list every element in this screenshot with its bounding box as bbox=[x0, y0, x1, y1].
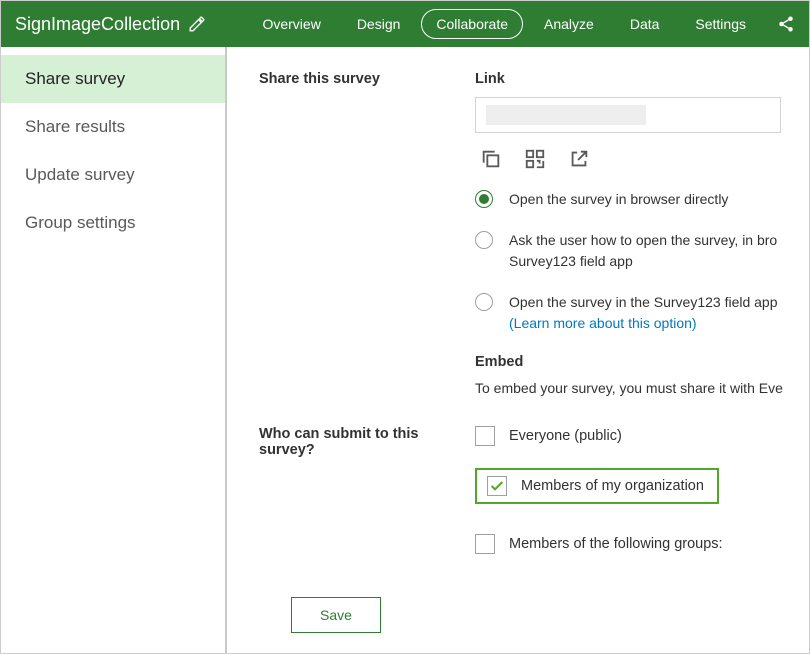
share-icon[interactable] bbox=[777, 15, 795, 33]
qr-code-icon[interactable] bbox=[523, 147, 547, 171]
tab-collaborate[interactable]: Collaborate bbox=[421, 9, 523, 39]
embed-text: To embed your survey, you must share it … bbox=[475, 380, 809, 396]
embed-heading: Embed bbox=[475, 354, 809, 370]
checkbox-groups-row[interactable]: Members of the following groups: bbox=[475, 534, 809, 554]
radio-ask-line1: Ask the user how to open the survey, in … bbox=[509, 232, 777, 248]
radio-input-ask[interactable] bbox=[475, 231, 493, 249]
submit-section-label: Who can submit to this survey? bbox=[259, 426, 475, 576]
link-placeholder bbox=[486, 105, 646, 125]
main-layout: Share survey Share results Update survey… bbox=[1, 47, 809, 653]
link-heading: Link bbox=[475, 71, 809, 87]
checkbox-groups-label: Members of the following groups: bbox=[509, 536, 723, 552]
share-section-label: Share this survey bbox=[259, 71, 475, 396]
checkbox-org-row[interactable]: Members of my organization bbox=[475, 468, 719, 504]
checkbox-everyone-row[interactable]: Everyone (public) bbox=[475, 426, 809, 446]
radio-label-ask: Ask the user how to open the survey, in … bbox=[509, 230, 777, 272]
radio-input-browser[interactable] bbox=[475, 190, 493, 208]
radio-open-browser[interactable]: Open the survey in browser directly bbox=[475, 189, 809, 210]
save-button[interactable]: Save bbox=[291, 597, 381, 633]
sidebar-item-update-survey[interactable]: Update survey bbox=[1, 151, 225, 199]
radio-input-field-app[interactable] bbox=[475, 293, 493, 311]
sidebar-item-group-settings[interactable]: Group settings bbox=[1, 199, 225, 247]
copy-icon[interactable] bbox=[479, 147, 503, 171]
sidebar-item-share-results[interactable]: Share results bbox=[1, 103, 225, 151]
open-external-icon[interactable] bbox=[567, 147, 591, 171]
radio-ask-line2: Survey123 field app bbox=[509, 253, 633, 269]
radio-field-line1: Open the survey in the Survey123 field a… bbox=[509, 294, 778, 310]
checkbox-everyone[interactable] bbox=[475, 426, 495, 446]
sidebar-item-share-survey[interactable]: Share survey bbox=[1, 55, 225, 103]
edit-icon[interactable] bbox=[188, 15, 206, 33]
tab-overview[interactable]: Overview bbox=[247, 9, 335, 39]
radio-ask-user[interactable]: Ask the user how to open the survey, in … bbox=[475, 230, 809, 272]
tab-analyze[interactable]: Analyze bbox=[529, 9, 609, 39]
submit-section: Who can submit to this survey? Everyone … bbox=[259, 426, 809, 576]
link-input[interactable] bbox=[475, 97, 781, 133]
tab-settings[interactable]: Settings bbox=[680, 9, 761, 39]
tab-design[interactable]: Design bbox=[342, 9, 416, 39]
radio-field-app[interactable]: Open the survey in the Survey123 field a… bbox=[475, 292, 809, 334]
footer-actions: Save bbox=[259, 587, 809, 633]
content-area: Share this survey Link bbox=[227, 47, 809, 653]
radio-label-browser: Open the survey in browser directly bbox=[509, 189, 728, 210]
checkbox-everyone-label: Everyone (public) bbox=[509, 428, 622, 444]
checkbox-groups[interactable] bbox=[475, 534, 495, 554]
share-section: Share this survey Link bbox=[259, 71, 809, 396]
checkbox-org-label: Members of my organization bbox=[521, 478, 704, 494]
nav-tabs: Overview Design Collaborate Analyze Data… bbox=[247, 9, 795, 39]
tab-data[interactable]: Data bbox=[615, 9, 675, 39]
radio-label-field-app: Open the survey in the Survey123 field a… bbox=[509, 292, 778, 334]
sidebar: Share survey Share results Update survey… bbox=[1, 47, 227, 653]
header-bar: SignImageCollection Overview Design Coll… bbox=[1, 1, 809, 47]
checkbox-org[interactable] bbox=[487, 476, 507, 496]
app-title: SignImageCollection bbox=[15, 14, 180, 35]
learn-more-link[interactable]: (Learn more about this option) bbox=[509, 315, 697, 331]
